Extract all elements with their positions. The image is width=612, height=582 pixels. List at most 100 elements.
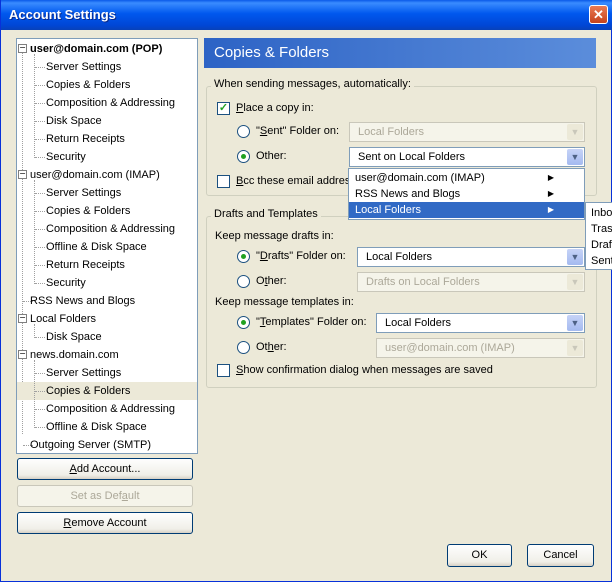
tree-guide-line (34, 360, 35, 428)
folder-menu-item[interactable]: Local Folders ▶ (349, 202, 584, 218)
confirm-save-checkbox[interactable] (217, 364, 230, 377)
page-title: Copies & Folders (204, 38, 596, 68)
tree-connector (35, 247, 45, 248)
tree-guide-line (34, 180, 35, 284)
bcc-label: Bcc these email address (236, 175, 356, 187)
submenu-folder-item[interactable]: Tras (591, 221, 612, 237)
other-label: Other: (256, 150, 287, 162)
submenu-folder-item[interactable]: Draf (591, 237, 612, 253)
drafts-folder-radio[interactable] (237, 250, 250, 263)
templates-other-select[interactable]: user@domain.com (IMAP) ▼ (376, 338, 585, 358)
tree-item-row[interactable]: Return Receipts (17, 256, 197, 274)
tree-connector (35, 139, 45, 140)
tree-item-label: Composition & Addressing (46, 223, 176, 235)
tree-connector (35, 103, 45, 104)
tree-item-row[interactable]: Disk Space (17, 328, 197, 346)
cancel-button[interactable]: Cancel (527, 544, 594, 567)
tree-item-row[interactable]: Composition & Addressing (17, 220, 197, 238)
tree-account-row[interactable]: − user@domain.com (IMAP) (17, 166, 197, 184)
submenu-arrow-icon: ▶ (547, 205, 554, 214)
tree-item-row[interactable]: Copies & Folders (17, 382, 197, 400)
tree-item-label: news.domain.com (30, 349, 119, 361)
templates-folder-select[interactable]: Local Folders ▼ (376, 313, 585, 333)
drafts-other-radio[interactable] (237, 275, 250, 288)
tree-connector (35, 85, 45, 86)
chevron-down-icon: ▼ (567, 340, 583, 356)
tree-connector (35, 193, 45, 194)
submenu-folder-item[interactable]: Sent (591, 253, 612, 269)
templates-folder-radio[interactable] (237, 316, 250, 329)
chevron-down-icon: ▼ (567, 315, 583, 331)
tree-guide-line (34, 54, 35, 158)
remove-account-button[interactable]: Remove Account (17, 512, 193, 534)
tree-item-row[interactable]: Offline & Disk Space (17, 418, 197, 436)
close-icon[interactable]: ✕ (589, 5, 608, 24)
tree-connector (35, 265, 45, 266)
drafts-other-label: Other: (256, 275, 287, 287)
folder-menu-item[interactable]: RSS News and Blogs ▶ (349, 186, 584, 202)
place-copy-checkbox[interactable]: ✓ (217, 102, 230, 115)
tree-account-row[interactable]: − Local Folders (17, 310, 197, 328)
collapse-toggle-icon[interactable]: − (18, 170, 27, 179)
tree-item-row[interactable]: Security (17, 274, 197, 292)
collapse-toggle-icon[interactable]: − (18, 350, 27, 359)
add-account-button[interactable]: Add Account... (17, 458, 193, 480)
tree-item-label: Composition & Addressing (46, 403, 176, 415)
tree-item-row[interactable]: Server Settings (17, 364, 197, 382)
local-folders-submenu[interactable]: Inbo Tras Draf Sent (585, 202, 612, 270)
chevron-down-icon: ▼ (567, 149, 583, 165)
tree-item-row[interactable]: Server Settings (17, 184, 197, 202)
account-settings-window: Account Settings ✕ − user@domain.com (POP… (0, 0, 612, 582)
set-as-default-button[interactable]: Set as Default (17, 485, 193, 507)
tree-connector (35, 391, 45, 392)
drafts-other-select[interactable]: Drafts on Local Folders ▼ (357, 272, 585, 292)
tree-connector (35, 67, 45, 68)
folder-picker-menu[interactable]: user@domain.com (IMAP) ▶ RSS News and Blog… (348, 168, 585, 220)
tree-connector (35, 121, 45, 122)
tree-account-row[interactable]: − news.domain.com (17, 346, 197, 364)
tree-connector (35, 157, 45, 158)
tree-item-row[interactable]: Copies & Folders (17, 76, 197, 94)
tree-item-label: Server Settings (46, 367, 122, 379)
submenu-arrow-icon: ▶ (547, 189, 554, 198)
tree-item-row[interactable]: Copies & Folders (17, 202, 197, 220)
tree-item-row[interactable]: Security (17, 148, 197, 166)
bcc-checkbox[interactable] (217, 175, 230, 188)
folder-menu-item[interactable]: user@domain.com (IMAP) ▶ (349, 170, 584, 186)
keep-drafts-label: Keep message drafts in: (215, 230, 334, 242)
folder-menu-item-label: Local Folders (355, 204, 422, 216)
tree-connector (35, 283, 45, 284)
tree-item-label: Server Settings (46, 61, 122, 73)
tree-item-row[interactable]: Composition & Addressing (17, 400, 197, 418)
account-tree[interactable]: − user@domain.com (POP) Server Settings Cop… (16, 38, 198, 454)
tree-item-label: RSS News and Blogs (30, 295, 136, 307)
sent-folder-label: "Sent" Folder on: (256, 125, 340, 137)
ok-button[interactable]: OK (447, 544, 512, 567)
sent-folder-radio[interactable] (237, 125, 250, 138)
tree-item-row[interactable]: Offline & Disk Space (17, 238, 197, 256)
collapse-toggle-icon[interactable]: − (18, 314, 27, 323)
tree-item-row[interactable]: Disk Space (17, 112, 197, 130)
templates-other-radio[interactable] (237, 341, 250, 354)
tree-account-row[interactable]: Outgoing Server (SMTP) (17, 436, 197, 453)
sent-folder-select[interactable]: Local Folders ▼ (349, 122, 585, 142)
drafts-folder-select[interactable]: Local Folders ▼ (357, 247, 585, 267)
tree-item-row[interactable]: Return Receipts (17, 130, 197, 148)
tree-connector (35, 337, 45, 338)
window-title: Account Settings (9, 7, 116, 22)
tree-item-row[interactable]: Composition & Addressing (17, 94, 197, 112)
templates-folder-label: "Templates" Folder on: (256, 316, 367, 328)
tree-connector (35, 229, 45, 230)
submenu-folder-item[interactable]: Inbo (591, 205, 612, 221)
other-radio[interactable] (237, 150, 250, 163)
tree-account-row[interactable]: RSS News and Blogs (17, 292, 197, 310)
folder-menu-item-label: RSS News and Blogs (355, 188, 461, 200)
tree-item-label: Copies & Folders (46, 205, 131, 217)
other-folder-select[interactable]: Sent on Local Folders ▼ (349, 147, 585, 167)
tree-item-label: Copies & Folders (46, 385, 131, 397)
tree-item-row[interactable]: Server Settings (17, 58, 197, 76)
collapse-toggle-icon[interactable]: − (18, 44, 27, 53)
tree-item-label: Copies & Folders (46, 79, 131, 91)
tree-item-label: Return Receipts (46, 259, 125, 271)
tree-account-row[interactable]: − user@domain.com (POP) (17, 40, 197, 58)
